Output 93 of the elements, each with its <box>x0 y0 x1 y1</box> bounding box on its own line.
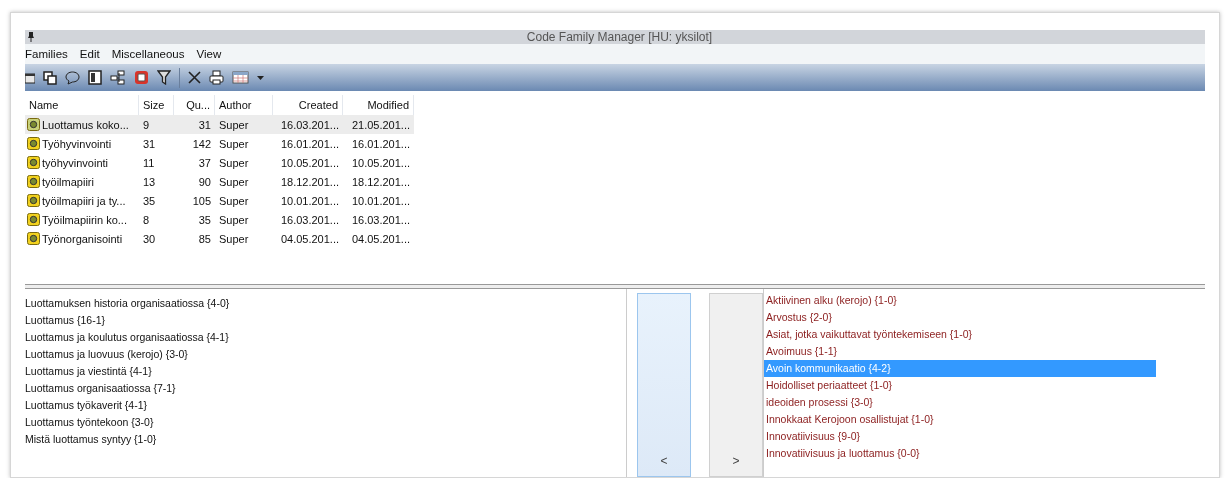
list-item[interactable]: Asiat, jotka vaikuttavat työntekemiseen {1-0} <box>764 326 1156 343</box>
code-family-icon <box>27 194 40 207</box>
list-item[interactable]: Luottamus {16-1} <box>25 312 626 329</box>
menu-item[interactable]: Miscellaneous <box>111 48 185 60</box>
table-cell-text: työilmapiiri ja ty... <box>41 194 127 207</box>
list-item[interactable]: Aktiivinen alku (kerojo) {1-0} <box>764 292 1156 309</box>
table-cell-text: Super <box>218 232 250 245</box>
list-item[interactable]: Innokkaat Kerojoon osallistujat {1-0} <box>764 411 1156 428</box>
window-title: Code Family Manager [HU: yksilot] <box>525 30 714 44</box>
table-cell-text: 8 <box>142 213 151 226</box>
table-cell-text: 31 <box>142 137 157 150</box>
menu-item[interactable]: Families <box>25 48 68 60</box>
table-row[interactable]: Työnorganisointi 30 85 Super 04.05.201... 04.05.201... <box>25 229 414 248</box>
caret-icon[interactable] <box>257 75 264 80</box>
table-cell-text: 31 <box>197 118 212 131</box>
table-cell-text: 30 <box>142 232 157 245</box>
table-row[interactable]: Luottamus koko... 9 31 Super 16.03.201... 21.05.201... <box>25 115 414 134</box>
menu-item[interactable]: View <box>196 48 222 60</box>
table-cell-text: Työhyvinvointi <box>41 137 113 150</box>
move-button[interactable]: > <box>709 293 763 477</box>
filter-icon[interactable] <box>157 70 171 85</box>
list-item[interactable]: Arvostus {2-0} <box>764 309 1156 326</box>
print-icon[interactable] <box>209 70 224 85</box>
table-cell-text: 10.05.201... <box>350 156 411 169</box>
table-row[interactable]: työilmapiiri 13 90 Super 18.12.201... 18.12.201... <box>25 172 414 191</box>
table-row[interactable]: työilmapiiri ja ty... 35 105 Super 10.01.201... 10.01.201... <box>25 191 414 210</box>
list-item[interactable]: Luottamus ja koulutus organisaatiossa {4-1} <box>25 329 626 346</box>
table-cell-text: 85 <box>197 232 212 245</box>
list-item[interactable]: Luottamus ja viestintä {4-1} <box>25 363 626 380</box>
code-family-icon <box>27 118 40 131</box>
list-item[interactable]: Luottamus organisaatiossa {7-1} <box>25 380 626 397</box>
code-family-icon <box>27 213 40 226</box>
table-cell-text: työilmapiiri <box>41 175 95 188</box>
table-cell-text: 21.05.201... <box>350 118 411 131</box>
table-cell-text: Super <box>218 156 250 169</box>
stop-icon[interactable] <box>134 70 149 85</box>
code-family-icon <box>27 232 40 245</box>
table-cell-text: Super <box>218 213 250 226</box>
table-row[interactable]: Työilmapiirin ko... 8 35 Super 16.03.201... 16.03.201... <box>25 210 414 229</box>
menu-item[interactable]: Edit <box>79 48 100 60</box>
list-item[interactable]: Mistä luottamus syntyy {1-0} <box>25 431 626 448</box>
table-cell-text: työhyvinvointi <box>41 156 110 169</box>
table-cell-text: 90 <box>197 175 212 188</box>
table-cell-text: 04.05.201... <box>279 232 340 245</box>
copy-icon[interactable] <box>43 70 57 85</box>
table-cell-text: 16.01.201... <box>350 137 411 150</box>
table-cell-text: Super <box>218 118 250 131</box>
hierarchy-icon[interactable] <box>110 70 126 85</box>
speech-bubble-icon[interactable] <box>65 70 80 85</box>
table-cell-text: Työnorganisointi <box>41 232 124 245</box>
table-cell-text: 16.03.201... <box>279 213 340 226</box>
folder-icon[interactable] <box>25 70 35 85</box>
table-cell-text: Super <box>218 194 250 207</box>
table-cell-text: 142 <box>191 137 212 150</box>
table-cell-text: 11 <box>142 156 156 169</box>
code-family-icon <box>27 175 40 188</box>
list-item[interactable]: Luottamus työntekoon {3-0} <box>25 414 626 431</box>
table-row[interactable]: Työhyvinvointi 31 142 Super 16.01.201... 16.01.201... <box>25 134 414 153</box>
table-cell-text: 18.12.201... <box>350 175 411 188</box>
table-cell-text: 16.03.201... <box>350 213 411 226</box>
move-button[interactable]: < <box>637 293 691 477</box>
list-item[interactable]: Innovatiivisuus {9-0} <box>764 428 1156 445</box>
table-cell-text: Luottamus koko... <box>41 118 130 131</box>
table-cell-text: 35 <box>142 194 157 207</box>
table-cell-text: 16.03.201... <box>279 118 340 131</box>
list-item[interactable]: Luottamus työkaverit {4-1} <box>25 397 626 414</box>
table-cell-text: 10.01.201... <box>279 194 340 207</box>
document-icon[interactable] <box>88 70 102 85</box>
code-family-icon <box>27 156 40 169</box>
table-cell-text: Super <box>218 175 250 188</box>
list-item[interactable]: Luottamus ja luovuus (kerojo) {3-0} <box>25 346 626 363</box>
table-cell-text: 10.01.201... <box>350 194 411 207</box>
table-cell-text: 9 <box>142 118 151 131</box>
table-cell-text: 04.05.201... <box>350 232 411 245</box>
table-row[interactable]: työhyvinvointi 11 37 Super 10.05.201... 10.05.201... <box>25 153 414 172</box>
list-item[interactable]: Luottamuksen historia organisaatiossa {4-0} <box>25 295 626 312</box>
list-item[interactable]: Innovatiivisuus ja luottamus {0-0} <box>764 445 1156 462</box>
table-cell-text: Super <box>218 137 250 150</box>
list-item[interactable]: Avoimuus {1-1} <box>764 343 1156 360</box>
table-cell-text: 105 <box>191 194 212 207</box>
pin-icon <box>28 32 34 42</box>
table-icon[interactable] <box>232 71 249 84</box>
code-family-icon <box>27 137 40 150</box>
list-item[interactable]: ideoiden prosessi {3-0} <box>764 394 1156 411</box>
list-item[interactable]: Hoidolliset periaatteet {1-0} <box>764 377 1156 394</box>
table-cell-text: 10.05.201... <box>279 156 340 169</box>
table-cell-text: 18.12.201... <box>279 175 340 188</box>
table-cell-text: Työilmapiirin ko... <box>41 213 128 226</box>
table-cell-text: 16.01.201... <box>279 137 340 150</box>
table-cell-text: 37 <box>197 156 212 169</box>
delete-icon[interactable] <box>188 71 201 84</box>
table-cell-text: 13 <box>142 175 157 188</box>
table-cell-text: 35 <box>197 213 212 226</box>
